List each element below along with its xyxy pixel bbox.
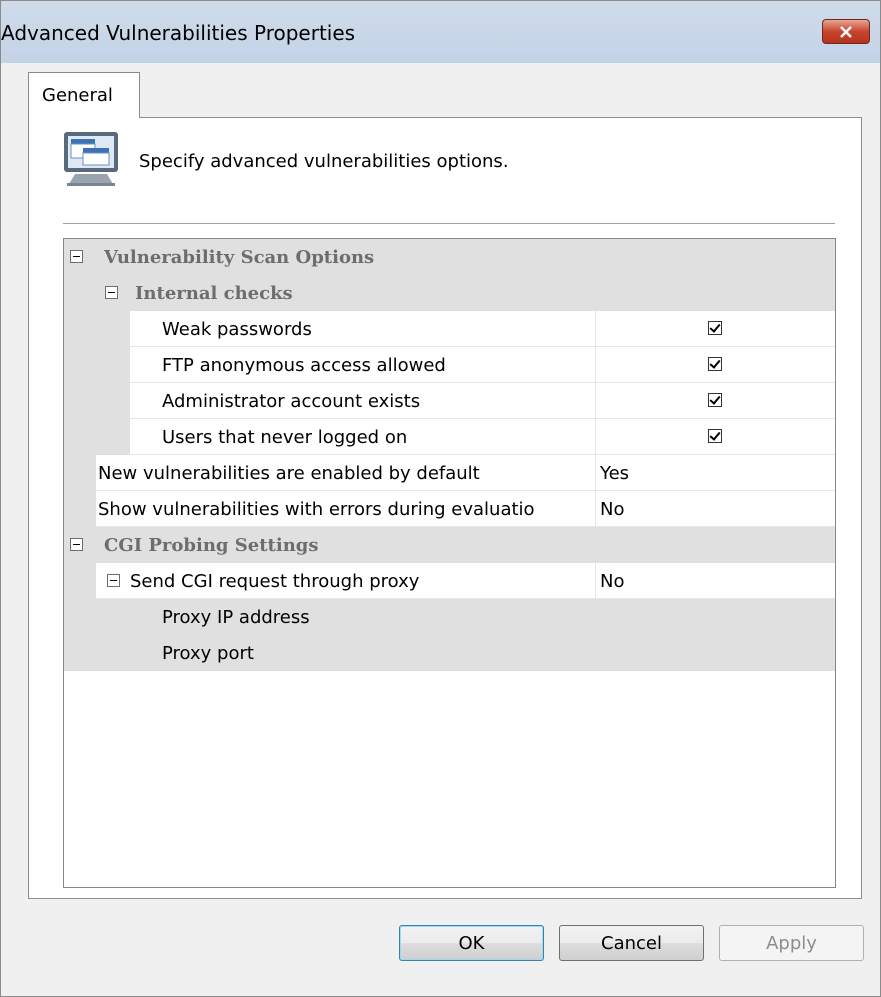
property-name-cell: FTP anonymous access allowed [130, 347, 596, 383]
property-name-cell: Show vulnerabilities with errors during … [96, 491, 596, 527]
close-button[interactable] [822, 19, 870, 44]
property-cells: Weak passwords [130, 311, 835, 347]
property-label: Proxy port [162, 643, 254, 664]
property-label: FTP anonymous access allowed [162, 355, 446, 376]
description-text: Specify advanced vulnerabilities options… [139, 151, 509, 172]
property-row-weak-passwords[interactable]: Weak passwords [64, 311, 835, 347]
property-name-cell: Weak passwords [130, 311, 596, 347]
checkbox-ftp-anonymous[interactable] [708, 357, 722, 371]
property-name-cell: Administrator account exists [130, 383, 596, 419]
property-name-cell: Send CGI request through proxy [96, 563, 596, 599]
checkbox-never-logged[interactable] [708, 429, 722, 443]
tab-general[interactable]: General [28, 72, 140, 118]
category-row-scan-options[interactable]: Vulnerability Scan Options [64, 239, 835, 275]
property-label: Send CGI request through proxy [130, 571, 420, 592]
property-cells: Administrator account exists [130, 383, 835, 419]
collapse-icon[interactable] [107, 574, 120, 587]
apply-button[interactable]: Apply [719, 925, 864, 961]
property-cells: Send CGI request through proxy No [96, 563, 835, 599]
property-grid: Vulnerability Scan Options Internal chec… [63, 238, 836, 888]
dialog-client: General Specify advanced vulnerabilities… [8, 63, 874, 990]
property-row-proxy-ip[interactable]: Proxy IP address [64, 599, 835, 635]
property-name-cell: Users that never logged on [130, 419, 596, 455]
property-row-proxy-port[interactable]: Proxy port [64, 635, 835, 671]
property-row-never-logged[interactable]: Users that never logged on [64, 419, 835, 455]
property-name-cell: New vulnerabilities are enabled by defau… [96, 455, 596, 491]
property-value: No [600, 571, 625, 592]
category-label: CGI Probing Settings [104, 535, 319, 556]
property-label: Weak passwords [162, 319, 312, 340]
category-row-cgi-probing[interactable]: CGI Probing Settings [64, 527, 835, 563]
property-value: No [600, 499, 625, 520]
property-cells: Show vulnerabilities with errors during … [96, 491, 835, 527]
category-label: Internal checks [135, 283, 293, 304]
tab-general-label: General [42, 85, 113, 106]
property-label: Administrator account exists [162, 391, 421, 412]
property-row-ftp-anonymous[interactable]: FTP anonymous access allowed [64, 347, 835, 383]
window-title: Advanced Vulnerabilities Properties [1, 21, 356, 45]
collapse-icon[interactable] [70, 538, 83, 551]
property-label: Users that never logged on [162, 427, 408, 448]
property-row-send-cgi[interactable]: Send CGI request through proxy No [64, 563, 835, 599]
collapse-icon[interactable] [70, 250, 83, 263]
property-label: Proxy IP address [162, 607, 310, 628]
checkbox-weak-passwords[interactable] [708, 321, 722, 335]
property-value: Yes [600, 463, 630, 484]
title-bar: Advanced Vulnerabilities Properties [1, 1, 880, 63]
ok-button[interactable]: OK [399, 925, 544, 961]
property-label: Show vulnerabilities with errors during … [98, 499, 535, 520]
separator [63, 223, 835, 224]
property-label: New vulnerabilities are enabled by defau… [98, 463, 480, 484]
collapse-icon[interactable] [105, 286, 118, 299]
cancel-button[interactable]: Cancel [559, 925, 704, 961]
property-row-show-errors[interactable]: Show vulnerabilities with errors during … [64, 491, 835, 527]
property-row-admin-exists[interactable]: Administrator account exists [64, 383, 835, 419]
computer-settings-icon [64, 132, 118, 186]
checkbox-admin-exists[interactable] [708, 393, 722, 407]
dialog-window: Advanced Vulnerabilities Properties Gene… [0, 0, 881, 997]
general-tab-panel: Specify advanced vulnerabilities options… [28, 117, 862, 899]
property-row-new-vulns[interactable]: New vulnerabilities are enabled by defau… [64, 455, 835, 491]
category-label: Vulnerability Scan Options [104, 247, 375, 268]
property-cells: FTP anonymous access allowed [130, 347, 835, 383]
property-cells: Users that never logged on [130, 419, 835, 455]
property-cells: New vulnerabilities are enabled by defau… [96, 455, 835, 491]
category-row-internal-checks[interactable]: Internal checks [64, 275, 835, 311]
close-icon [840, 25, 852, 38]
